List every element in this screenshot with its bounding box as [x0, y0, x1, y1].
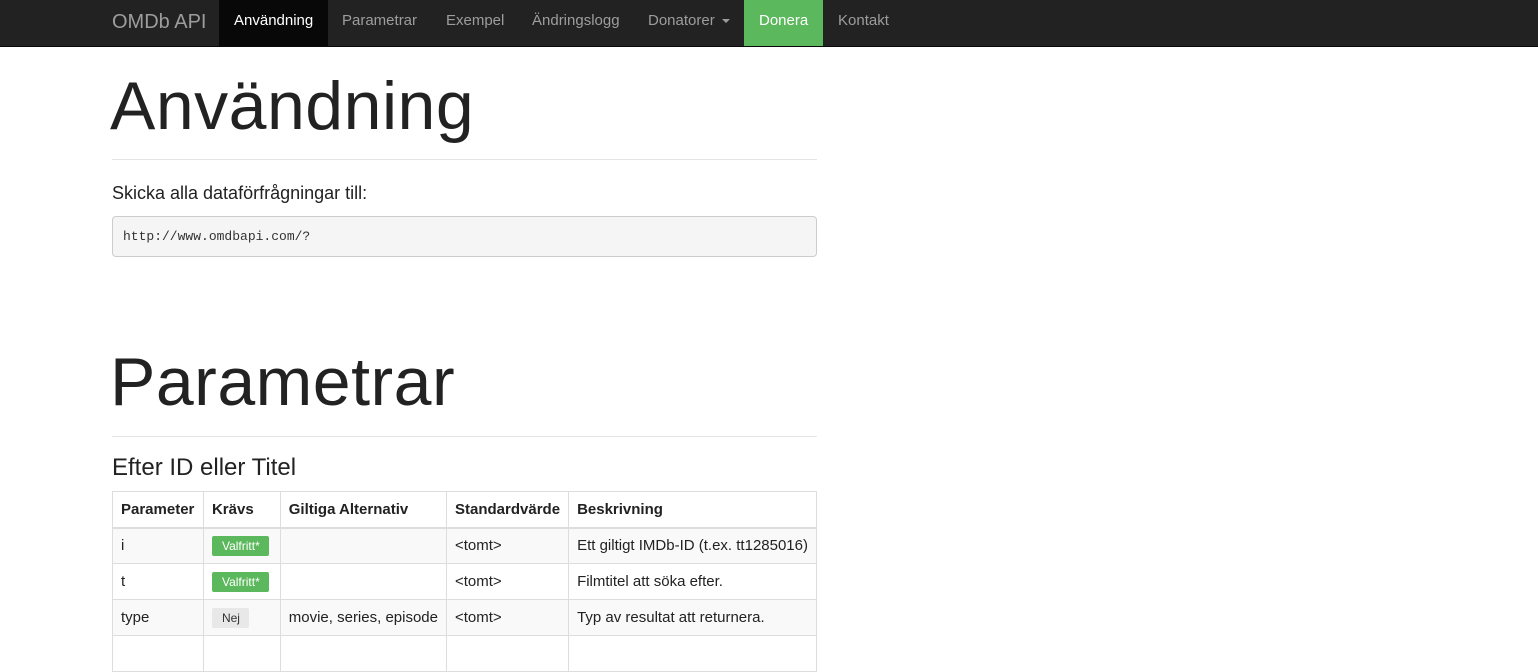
nav-donatorer-dropdown[interactable]: Donatorer	[633, 0, 745, 46]
options-cell	[279, 527, 448, 564]
parameters-table: Parameter Krävs Giltiga Alternativ Stand…	[112, 491, 817, 672]
parameter-cell: type	[112, 599, 204, 636]
description-cell: Filmtitel att söka efter.	[568, 563, 817, 600]
default-cell: <tomt>	[445, 527, 570, 564]
usage-heading: Användning	[110, 68, 475, 144]
options-cell: movie, series, episode	[279, 599, 448, 636]
column-header: Parameter	[112, 491, 204, 529]
required-cell: Valfritt*	[202, 563, 281, 600]
options-cell	[279, 563, 448, 600]
nav-parametrar[interactable]: Parametrar	[327, 0, 432, 46]
required-badge: Valfritt*	[211, 571, 269, 592]
brand-link[interactable]: OMDb API	[112, 0, 206, 46]
parameter-cell: i	[112, 527, 204, 564]
api-url-code: http://www.omdbapi.com/?	[112, 216, 817, 257]
column-header: Beskrivning	[568, 491, 817, 529]
required-cell: Valfritt*	[202, 527, 281, 564]
parameters-divider	[112, 436, 817, 437]
default-cell: <tomt>	[445, 599, 570, 636]
table-row: t Valfritt* <tomt> Filmtitel att söka ef…	[112, 563, 817, 600]
table-header-row: Parameter Krävs Giltiga Alternativ Stand…	[112, 491, 817, 529]
parameters-heading: Parametrar	[110, 344, 456, 420]
required-badge: Valfritt*	[211, 535, 269, 556]
column-header: Standardvärde	[445, 491, 570, 529]
nav-andringslogg[interactable]: Ändringslogg	[517, 0, 635, 46]
usage-divider	[112, 159, 817, 160]
required-badge: Nej	[211, 607, 249, 628]
required-cell: Nej	[202, 599, 281, 636]
default-cell: <tomt>	[445, 563, 570, 600]
table-row: i Valfritt* <tomt> Ett giltigt IMDb-ID (…	[112, 527, 817, 564]
top-navbar: OMDb API Användning Parametrar Exempel Ä…	[0, 0, 1538, 47]
nav-exempel[interactable]: Exempel	[431, 0, 519, 46]
nav-donera[interactable]: Donera	[744, 0, 823, 46]
column-header: Giltiga Alternativ	[279, 491, 448, 529]
parameter-cell: t	[112, 563, 204, 600]
column-header: Krävs	[202, 491, 281, 529]
nav-anvandning[interactable]: Användning	[219, 0, 329, 46]
description-cell: Typ av resultat att returnera.	[568, 599, 817, 636]
table-row-partial	[112, 635, 817, 672]
usage-lead: Skicka alla dataförfrågningar till:	[112, 183, 368, 203]
by-id-or-title-heading: Efter ID eller Titel	[112, 454, 297, 481]
description-cell: Ett giltigt IMDb-ID (t.ex. tt1285016)	[568, 527, 817, 564]
nav-kontakt[interactable]: Kontakt	[823, 0, 904, 46]
caret-down-icon	[721, 19, 730, 24]
table-row: type Nej movie, series, episode <tomt> T…	[112, 599, 817, 636]
nav-donatorer-label: Donatorer	[648, 12, 715, 29]
